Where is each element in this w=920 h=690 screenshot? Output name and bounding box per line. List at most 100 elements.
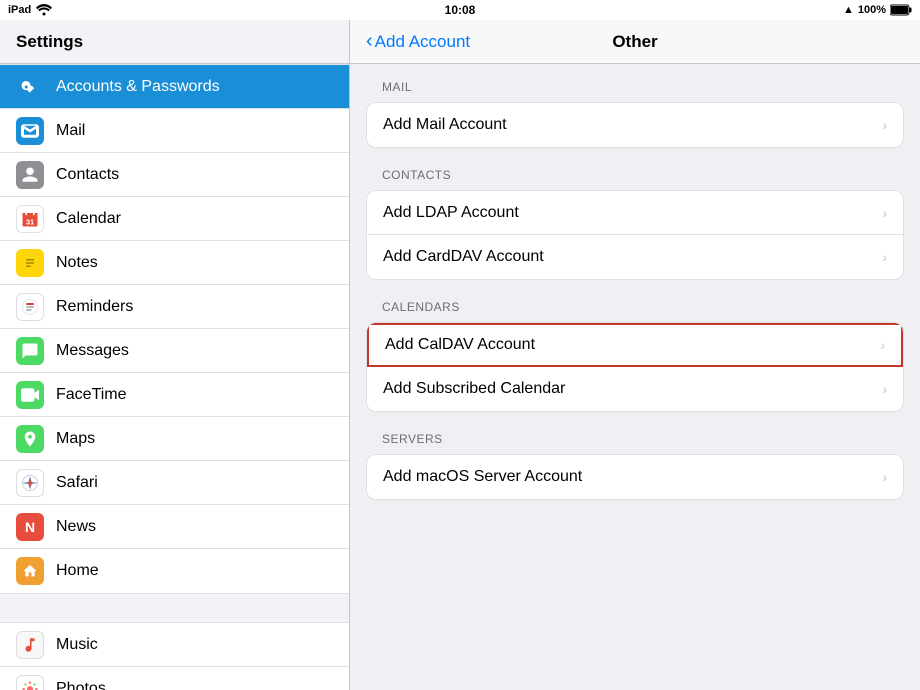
notes-icon-wrap <box>16 249 44 277</box>
add-carddav-label: Add CardDAV Account <box>383 248 544 266</box>
mail-section-group: Add Mail Account › <box>366 102 904 148</box>
sidebar: Settings Accounts & Passwords <box>0 20 350 690</box>
right-panel: ‹ Add Account Other MAIL Add Mail Accoun… <box>350 20 920 690</box>
sidebar-bottom-group: Music <box>0 622 349 690</box>
add-caldav-chevron: › <box>880 337 885 353</box>
battery-label: 100% <box>858 4 886 16</box>
servers-section: SERVERS Add macOS Server Account › <box>366 432 904 500</box>
sidebar-item-reminders[interactable]: Reminders <box>0 285 349 329</box>
maps-icon-wrap <box>16 425 44 453</box>
location-icon: ▲ <box>843 4 854 16</box>
music-icon-wrap <box>16 631 44 659</box>
add-macos-server-chevron: › <box>882 469 887 485</box>
sidebar-item-accounts[interactable]: Accounts & Passwords <box>0 65 349 109</box>
key-icon <box>21 78 39 96</box>
photos-icon <box>21 680 39 690</box>
sidebar-item-accounts-label: Accounts & Passwords <box>56 78 220 96</box>
home-icon-wrap <box>16 557 44 585</box>
add-caldav-label: Add CalDAV Account <box>385 336 535 354</box>
mail-icon <box>21 124 39 138</box>
status-left: iPad <box>8 4 52 16</box>
mail-icon-wrap <box>16 117 44 145</box>
status-bar: iPad 10:08 ▲ 100% <box>0 0 920 20</box>
back-arrow-icon: ‹ <box>366 30 373 53</box>
sidebar-item-news[interactable]: N News <box>0 505 349 549</box>
calendars-section-group: Add CalDAV Account › Add Subscribed Cale… <box>366 322 904 412</box>
add-subscribed-calendar-row[interactable]: Add Subscribed Calendar › <box>367 367 903 411</box>
content-area: MAIL Add Mail Account › CONTACTS Add LDA… <box>350 64 920 690</box>
add-mail-account-label: Add Mail Account <box>383 116 507 134</box>
svg-text:31: 31 <box>26 217 34 226</box>
sidebar-item-safari[interactable]: Safari <box>0 461 349 505</box>
sidebar-item-music-label: Music <box>56 636 98 654</box>
sidebar-item-facetime-label: FaceTime <box>56 386 127 404</box>
sidebar-list: Accounts & Passwords Mail <box>0 64 349 690</box>
status-right: ▲ 100% <box>843 4 912 16</box>
back-button-label: Add Account <box>375 32 470 52</box>
messages-icon <box>21 342 39 360</box>
back-button[interactable]: ‹ Add Account <box>366 30 470 53</box>
sidebar-item-reminders-label: Reminders <box>56 298 133 316</box>
sidebar-item-mail-label: Mail <box>56 122 85 140</box>
add-macos-server-row[interactable]: Add macOS Server Account › <box>367 455 903 499</box>
add-subscribed-calendar-label: Add Subscribed Calendar <box>383 380 565 398</box>
calendar-icon-wrap: 31 <box>16 205 44 233</box>
add-subscribed-calendar-chevron: › <box>882 381 887 397</box>
contacts-icon <box>21 166 39 184</box>
mail-section-label: MAIL <box>366 80 904 94</box>
maps-icon <box>21 430 39 448</box>
nav-bar: ‹ Add Account Other <box>350 20 920 64</box>
sidebar-item-safari-label: Safari <box>56 474 98 492</box>
sidebar-item-photos[interactable]: Photos <box>0 667 349 690</box>
photos-icon-wrap <box>16 675 44 690</box>
add-mail-account-chevron: › <box>882 117 887 133</box>
main-layout: Settings Accounts & Passwords <box>0 20 920 690</box>
facetime-icon-wrap <box>16 381 44 409</box>
sidebar-item-messages[interactable]: Messages <box>0 329 349 373</box>
status-time: 10:08 <box>445 3 476 17</box>
calendar-icon: 31 <box>21 210 39 228</box>
servers-section-group: Add macOS Server Account › <box>366 454 904 500</box>
add-mail-account-row[interactable]: Add Mail Account › <box>367 103 903 147</box>
settings-title: Settings <box>16 32 83 52</box>
add-caldav-row[interactable]: Add CalDAV Account › <box>367 323 903 367</box>
sidebar-item-facetime[interactable]: FaceTime <box>0 373 349 417</box>
sidebar-item-maps[interactable]: Maps <box>0 417 349 461</box>
sidebar-item-notes[interactable]: Notes <box>0 241 349 285</box>
calendars-section-label: CALENDARS <box>366 300 904 314</box>
messages-icon-wrap <box>16 337 44 365</box>
wifi-icon <box>36 4 52 16</box>
sidebar-item-music[interactable]: Music <box>0 623 349 667</box>
add-ldap-row[interactable]: Add LDAP Account › <box>367 191 903 235</box>
notes-icon <box>22 254 38 272</box>
add-carddav-chevron: › <box>882 249 887 265</box>
add-macos-server-label: Add macOS Server Account <box>383 468 582 486</box>
music-icon <box>21 636 39 654</box>
sidebar-item-contacts-label: Contacts <box>56 166 119 184</box>
contacts-icon-wrap <box>16 161 44 189</box>
sidebar-item-mail[interactable]: Mail <box>0 109 349 153</box>
sidebar-item-calendar[interactable]: 31 Calendar <box>0 197 349 241</box>
sidebar-item-photos-label: Photos <box>56 680 106 690</box>
sidebar-separator <box>0 594 349 622</box>
add-ldap-chevron: › <box>882 205 887 221</box>
contacts-section-group: Add LDAP Account › Add CardDAV Account › <box>366 190 904 280</box>
nav-title: Other <box>612 32 657 52</box>
sidebar-header: Settings <box>0 20 349 64</box>
servers-section-label: SERVERS <box>366 432 904 446</box>
contacts-section: CONTACTS Add LDAP Account › Add CardDAV … <box>366 168 904 280</box>
accounts-icon-wrap <box>16 73 44 101</box>
reminders-icon-wrap <box>16 293 44 321</box>
sidebar-item-messages-label: Messages <box>56 342 129 360</box>
calendars-section: CALENDARS Add CalDAV Account › Add Subsc… <box>366 300 904 412</box>
news-icon-wrap: N <box>16 513 44 541</box>
sidebar-main-group: Accounts & Passwords Mail <box>0 64 349 594</box>
battery-icon <box>890 4 912 16</box>
safari-icon-wrap <box>16 469 44 497</box>
add-ldap-label: Add LDAP Account <box>383 204 519 222</box>
safari-icon <box>21 474 39 492</box>
add-carddav-row[interactable]: Add CardDAV Account › <box>367 235 903 279</box>
sidebar-item-calendar-label: Calendar <box>56 210 121 228</box>
sidebar-item-contacts[interactable]: Contacts <box>0 153 349 197</box>
sidebar-item-home[interactable]: Home <box>0 549 349 593</box>
